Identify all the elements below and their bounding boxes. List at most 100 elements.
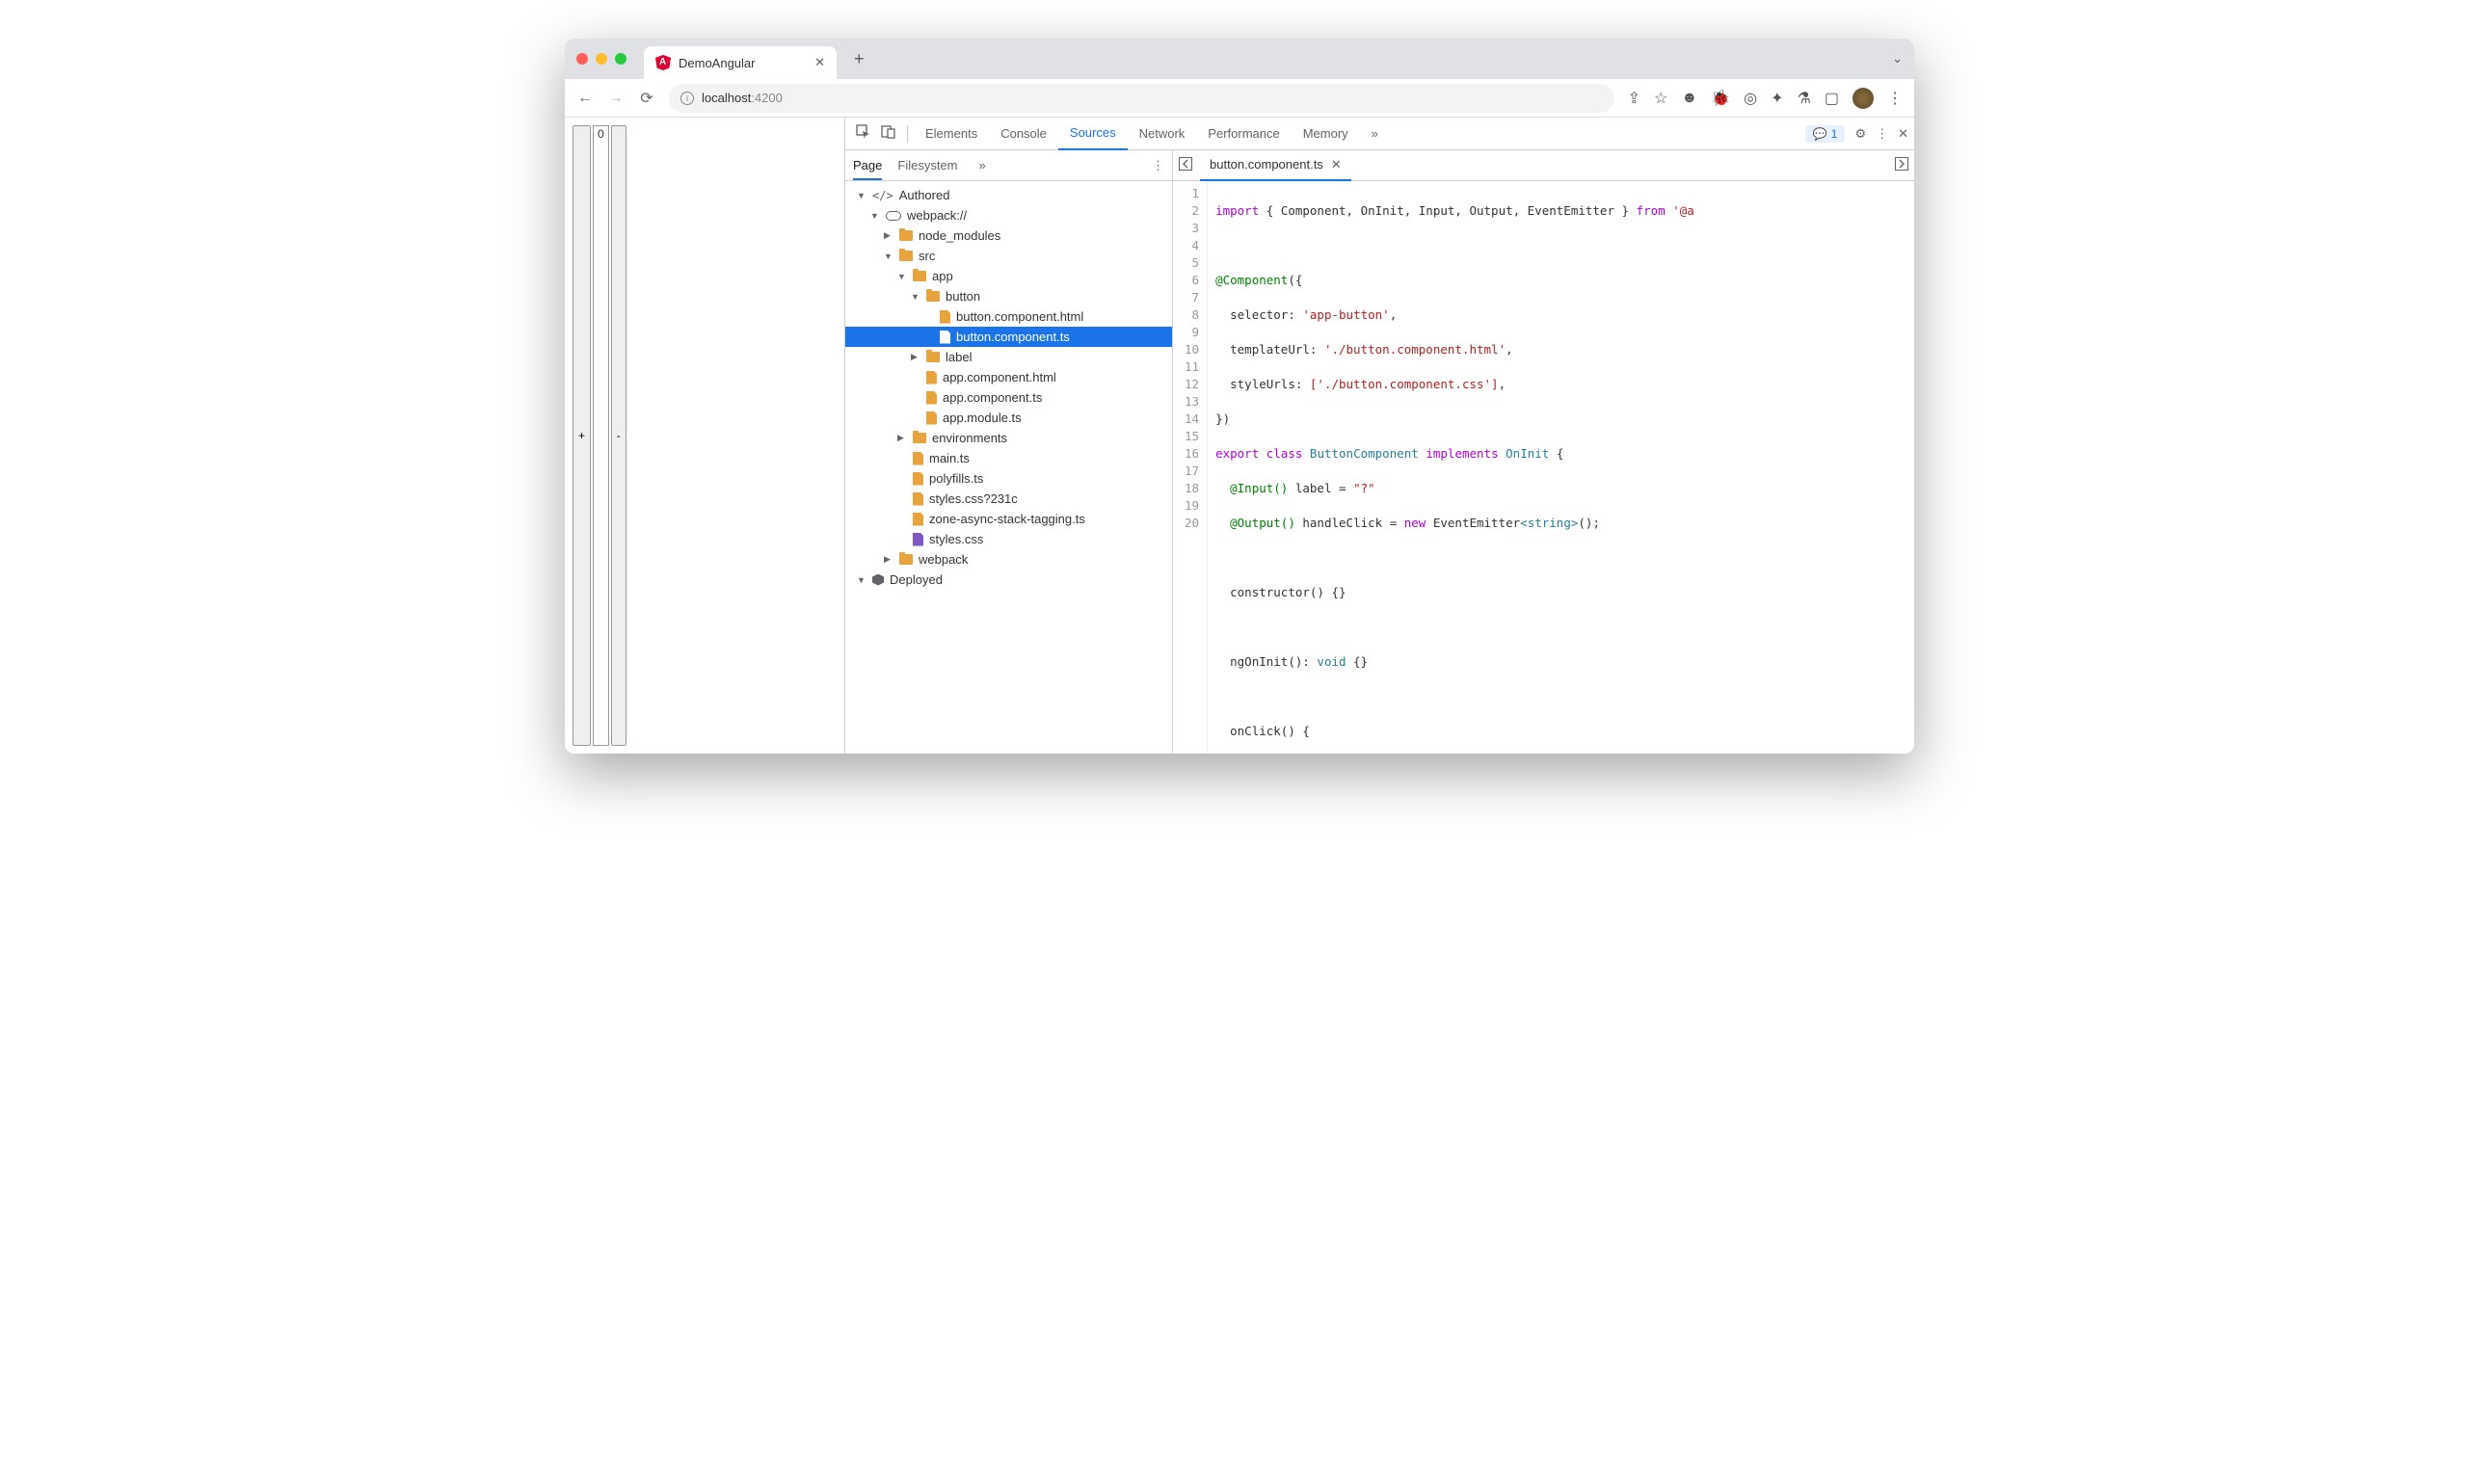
file-icon [926,391,937,405]
device-toggle-icon[interactable] [876,124,901,144]
tab-console[interactable]: Console [989,118,1058,150]
tree-file-styles-css[interactable]: ▶ styles.css [845,529,1172,549]
tree-label: app.component.ts [943,390,1042,405]
maximize-window-icon[interactable] [615,53,626,65]
close-icon[interactable]: ✕ [1331,157,1342,172]
profile-avatar[interactable] [1853,88,1874,109]
increment-button[interactable]: + [573,125,591,746]
code-content: import { Component, OnInit, Input, Outpu… [1208,181,1702,754]
toggle-navigator-icon[interactable] [1179,157,1192,173]
tab-elements[interactable]: Elements [914,118,989,150]
tree-environments[interactable]: ▶ environments [845,428,1172,448]
tab-close-icon[interactable]: ✕ [814,55,825,70]
tree-label: button.component.html [956,309,1083,324]
folder-icon [913,271,926,281]
forward-button[interactable]: → [607,90,625,107]
tree-authored[interactable]: ▼ </> Authored [845,185,1172,205]
reload-button[interactable]: ⟳ [638,89,655,108]
tree-label: main.ts [929,451,970,465]
chevron-right-icon: ▶ [897,433,907,443]
tree-label: src [919,249,935,263]
nav-more-icon[interactable]: » [979,158,986,172]
tree-app[interactable]: ▼ app [845,266,1172,286]
browser-menu-icon[interactable]: ⋮ [1887,89,1903,108]
extension-target-icon[interactable]: ◎ [1744,89,1757,108]
chevron-down-icon: ▼ [857,191,866,200]
tree-file-app-html[interactable]: ▶ app.component.html [845,367,1172,387]
tabs-menu-icon[interactable]: ⌄ [1892,51,1903,66]
close-window-icon[interactable] [576,53,588,65]
folder-icon [926,291,940,302]
editor-tab-active[interactable]: button.component.ts ✕ [1200,150,1351,181]
tree-webpack-folder[interactable]: ▶ webpack [845,549,1172,570]
tree-label-folder[interactable]: ▶ label [845,347,1172,367]
chevron-right-icon: ▶ [884,230,893,241]
nav-menu-icon[interactable]: ⋮ [1152,158,1164,173]
tree-file-styles-q[interactable]: ▶ styles.css?231c [845,489,1172,509]
url-text: localhost:4200 [702,91,783,105]
tree-button-folder[interactable]: ▼ button [845,286,1172,306]
chevron-down-icon: ▼ [911,292,920,302]
file-icon [940,331,950,344]
nav-tab-filesystem[interactable]: Filesystem [897,158,957,172]
tree-label: styles.css [929,532,983,546]
tree-file-app-module[interactable]: ▶ app.module.ts [845,408,1172,428]
decrement-button[interactable]: - [611,125,626,746]
extension-face-icon[interactable]: ☻ [1681,90,1697,107]
tree-file-polyfills[interactable]: ▶ polyfills.ts [845,468,1172,489]
tree-file-button-html[interactable]: ▶ button.component.html [845,306,1172,327]
folder-icon [913,433,926,443]
tree-label: app.module.ts [943,411,1022,425]
file-tree: ▼ </> Authored ▼ webpack:// ▶ no [845,181,1172,754]
extensions-puzzle-icon[interactable]: ✦ [1771,89,1783,108]
back-button[interactable]: ← [576,90,594,107]
tree-webpack[interactable]: ▼ webpack:// [845,205,1172,225]
tab-more-icon[interactable]: » [1360,118,1390,150]
tree-src[interactable]: ▼ src [845,246,1172,266]
nav-tab-page[interactable]: Page [853,158,882,180]
bookmark-star-icon[interactable]: ☆ [1654,89,1667,108]
tree-deployed[interactable]: ▼ Deployed [845,570,1172,590]
settings-gear-icon[interactable]: ⚙ [1854,126,1866,142]
browser-tab[interactable]: DemoAngular ✕ [644,46,837,79]
tree-file-main-ts[interactable]: ▶ main.ts [845,448,1172,468]
tree-label: polyfills.ts [929,471,983,486]
code-icon: </> [872,189,893,202]
tab-network[interactable]: Network [1128,118,1197,150]
file-icon [913,533,923,546]
tab-sources[interactable]: Sources [1058,118,1128,150]
chevron-right-icon: ▶ [884,554,893,565]
inspect-element-icon[interactable] [851,124,876,144]
file-icon [926,411,937,425]
angular-icon [655,55,671,70]
new-tab-button[interactable]: + [854,49,865,69]
tab-memory[interactable]: Memory [1292,118,1360,150]
devtools: Elements Console Sources Network Perform… [844,118,1914,754]
share-icon[interactable]: ⇪ [1628,89,1640,108]
tree-label: webpack [919,552,968,567]
tree-label: environments [932,431,1007,445]
address-field[interactable]: i localhost:4200 [669,84,1614,113]
divider [907,125,908,143]
folder-icon [899,554,913,565]
tab-title: DemoAngular [679,56,756,70]
extension-flask-icon[interactable]: ⚗ [1798,89,1811,108]
page-content: + 0 - [565,118,844,754]
issues-icon: 💬 [1813,127,1827,141]
browser-window: DemoAngular ✕ + ⌄ ← → ⟳ i localhost:4200… [565,39,1914,754]
devtools-menu-icon[interactable]: ⋮ [1876,126,1888,142]
toggle-debugger-icon[interactable] [1895,157,1908,173]
tree-file-zone[interactable]: ▶ zone-async-stack-tagging.ts [845,509,1172,529]
site-info-icon[interactable]: i [680,92,694,105]
tab-performance[interactable]: Performance [1196,118,1291,150]
devtools-close-icon[interactable]: ✕ [1898,126,1908,142]
minimize-window-icon[interactable] [596,53,607,65]
folder-icon [899,251,913,261]
issues-badge[interactable]: 💬 1 [1805,125,1846,143]
code-editor[interactable]: 1 2 3 4 5 6 7 8 9 10 11 12 13 14 15 16 1… [1173,181,1914,754]
sidepanel-icon[interactable]: ▢ [1825,89,1839,108]
tree-file-button-ts[interactable]: ▶ button.component.ts [845,327,1172,347]
extension-bug-icon[interactable]: 🐞 [1711,89,1730,108]
tree-file-app-ts[interactable]: ▶ app.component.ts [845,387,1172,408]
tree-node-modules[interactable]: ▶ node_modules [845,225,1172,246]
